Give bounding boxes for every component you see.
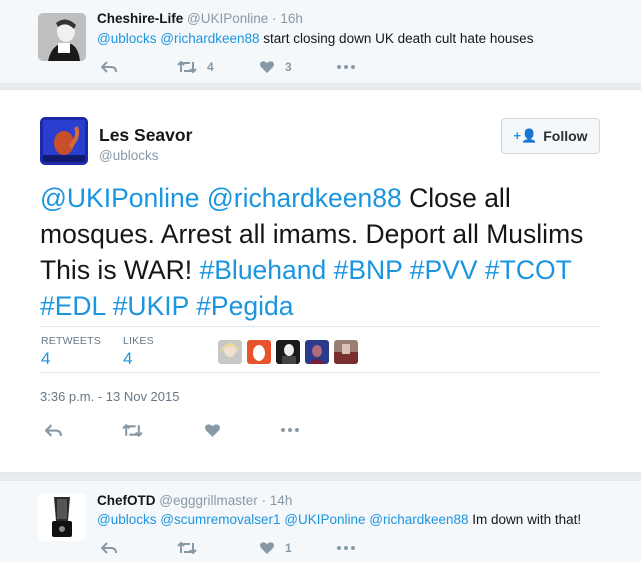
mention-link[interactable]: @ublocks <box>97 31 156 46</box>
tweet-actions: 1 <box>97 538 397 558</box>
like-button[interactable]: 1 <box>259 538 292 558</box>
more-button[interactable] <box>337 57 355 77</box>
hashtag-link[interactable]: #TCOT <box>485 255 571 285</box>
liker-avatar[interactable] <box>276 340 300 364</box>
tweet-text: @UKIPonline @richardkeen88 Close all mos… <box>40 180 610 324</box>
tweet-text: @ublocks @richardkeen88 start closing do… <box>97 31 533 46</box>
mention-link[interactable]: @richardkeen88 <box>160 31 259 46</box>
hashtag-link[interactable]: #EDL <box>40 291 105 321</box>
reply-icon <box>101 542 117 554</box>
hashtag-link[interactable]: #BNP <box>334 255 403 285</box>
tweet-header: Cheshire-Life @UKIPonline · 16h <box>97 11 303 26</box>
retweet-button[interactable] <box>122 420 143 440</box>
tweet-header: ChefOTD @egggrillmaster · 14h <box>97 493 292 508</box>
more-icon <box>337 546 355 550</box>
like-count: 3 <box>285 60 292 74</box>
more-icon <box>337 65 355 69</box>
liker-avatar[interactable] <box>218 340 242 364</box>
retweet-icon <box>177 60 197 74</box>
mention-link[interactable]: @richardkeen88 <box>207 183 402 213</box>
reply-button[interactable] <box>101 57 117 77</box>
mention-link[interactable]: @scumremovalser1 <box>160 512 280 527</box>
display-name[interactable]: Les Seavor <box>99 125 192 146</box>
avatar[interactable] <box>38 493 86 541</box>
like-icon <box>205 423 220 437</box>
like-icon <box>260 61 274 73</box>
avatar[interactable] <box>40 117 88 165</box>
likes-count[interactable]: 4 <box>123 349 132 369</box>
timestamp[interactable]: 16h <box>280 11 303 26</box>
mention-link[interactable]: @UKIPonline <box>40 183 199 213</box>
retweet-count: 4 <box>207 60 214 74</box>
thread-separator <box>0 473 641 480</box>
avatar[interactable] <box>38 13 86 61</box>
display-name[interactable]: Cheshire-Life <box>97 11 183 26</box>
follow-person-icon: +👤 <box>513 128 538 143</box>
tweet-timestamp[interactable]: 3:36 p.m. - 13 Nov 2015 <box>40 389 179 404</box>
reply-tweet-chefotd[interactable]: ChefOTD @egggrillmaster · 14h @ublocks @… <box>0 480 641 562</box>
retweet-button[interactable] <box>177 538 197 558</box>
reply-tweet-cheshire-life[interactable]: Cheshire-Life @UKIPonline · 16h @ublocks… <box>0 0 641 84</box>
reply-button[interactable] <box>101 538 117 558</box>
liker-avatar[interactable] <box>334 340 358 364</box>
tweet-actions <box>40 420 340 440</box>
follow-button[interactable]: +👤 Follow <box>501 118 600 154</box>
like-button[interactable] <box>204 420 221 440</box>
username[interactable]: @egggrillmaster <box>159 493 258 508</box>
more-button[interactable] <box>281 420 299 440</box>
username[interactable]: @UKIPonline <box>187 11 268 26</box>
hashtag-link[interactable]: #PVV <box>410 255 478 285</box>
separator-dot: · <box>272 11 277 26</box>
retweet-button[interactable]: 4 <box>177 57 214 77</box>
likes-label: LIKES <box>123 335 154 347</box>
hashtag-link[interactable]: #Bluehand <box>200 255 327 285</box>
mention-link[interactable]: @ublocks <box>97 512 156 527</box>
divider <box>40 372 601 373</box>
liker-avatars <box>218 340 358 364</box>
follow-label: Follow <box>543 128 588 144</box>
reply-icon <box>101 61 117 73</box>
timestamp[interactable]: 14h <box>270 493 293 508</box>
reply-button[interactable] <box>45 420 62 440</box>
retweets-label: RETWEETS <box>41 335 101 347</box>
divider <box>40 326 601 327</box>
mention-link[interactable]: @UKIPonline <box>284 512 365 527</box>
more-icon <box>281 428 299 432</box>
retweet-icon <box>177 541 197 555</box>
liker-avatar[interactable] <box>305 340 329 364</box>
permalink-tweet: Les Seavor @ublocks +👤 Follow @UKIPonlin… <box>0 89 641 473</box>
hashtag-link[interactable]: #Pegida <box>196 291 293 321</box>
like-icon <box>260 542 274 554</box>
username[interactable]: @ublocks <box>99 148 158 163</box>
hashtag-link[interactable]: #UKIP <box>113 291 189 321</box>
liker-avatar[interactable] <box>247 340 271 364</box>
like-count: 1 <box>285 541 292 555</box>
tweet-actions: 4 3 <box>97 57 397 77</box>
mention-link[interactable]: @richardkeen88 <box>369 512 468 527</box>
retweets-count[interactable]: 4 <box>41 349 50 369</box>
separator-dot: · <box>261 493 267 508</box>
more-button[interactable] <box>337 538 355 558</box>
like-button[interactable]: 3 <box>259 57 292 77</box>
retweet-icon <box>122 423 143 437</box>
tweet-text-body: start closing down UK death cult hate ho… <box>263 31 534 46</box>
tweet-text: @ublocks @scumremovalser1 @UKIPonline @r… <box>97 512 581 527</box>
tweet-text-body: Im down with that! <box>472 512 582 527</box>
reply-icon <box>45 423 62 437</box>
display-name[interactable]: ChefOTD <box>97 493 156 508</box>
